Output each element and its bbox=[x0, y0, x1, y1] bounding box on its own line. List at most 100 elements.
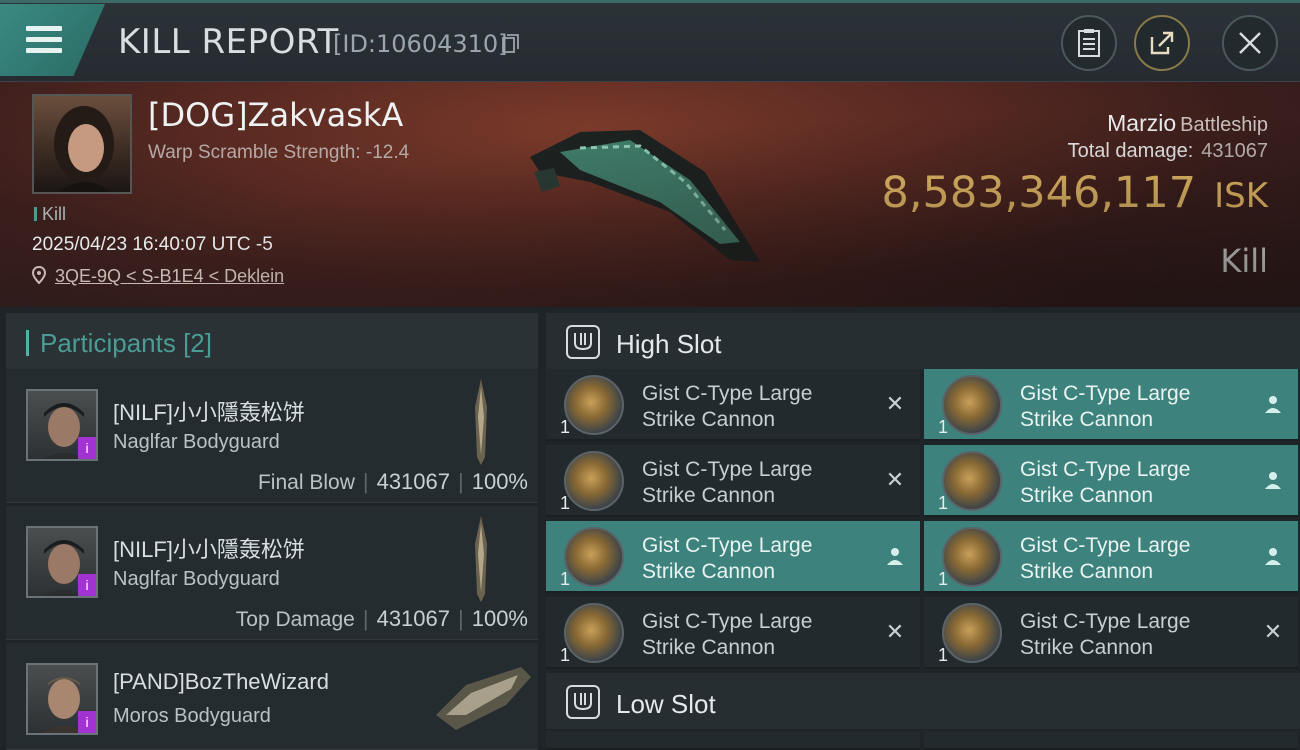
module-name: Gist C-Type Large Strike Cannon bbox=[642, 609, 872, 661]
location-link[interactable]: 3QE-9Q < S-B1E4 < Deklein bbox=[55, 266, 284, 286]
victim-name[interactable]: [DOG]ZakvaskA bbox=[148, 96, 403, 134]
total-damage: Total damage: 431067 bbox=[1068, 140, 1268, 163]
cannon-module-icon bbox=[942, 603, 1002, 663]
avatar[interactable]: i bbox=[26, 663, 98, 735]
participant-ship: Naglfar Bodyguard bbox=[113, 431, 280, 453]
cannon-module-icon bbox=[564, 451, 624, 511]
info-badge-icon: i bbox=[78, 437, 96, 459]
module-slot[interactable]: 1 Gist C-Type Large Strike Cannon ✕ bbox=[924, 597, 1298, 669]
module-slot[interactable]: 1 Gist C-Type Large Strike Cannon ✕ bbox=[546, 597, 920, 669]
module-name-line2: Strike Cannon bbox=[1020, 560, 1154, 583]
module-slot[interactable]: 1 Gist C-Type Large Strike Cannon bbox=[924, 369, 1298, 441]
victim-avatar-image bbox=[54, 106, 114, 192]
module-name-line1: Gist C-Type Large bbox=[642, 534, 813, 557]
destroyed-icon: ✕ bbox=[885, 391, 905, 416]
dropped-person-icon bbox=[887, 548, 903, 565]
menu-icon-bar-3 bbox=[26, 48, 62, 53]
module-name-line1: Gist C-Type Large bbox=[1020, 382, 1191, 405]
avatar[interactable]: i bbox=[26, 389, 98, 461]
high-slot-header: High Slot bbox=[546, 313, 1300, 369]
participant-ship-image bbox=[475, 379, 487, 465]
participant-percent: 100% bbox=[471, 469, 528, 494]
header-bar: KILL REPORT [ID:10604310] bbox=[0, 0, 1300, 82]
location-pin-icon bbox=[31, 265, 47, 285]
participant-ship-image bbox=[436, 667, 531, 730]
module-name-line1: Gist C-Type Large bbox=[1020, 458, 1191, 481]
kill-tag-label: Kill bbox=[42, 204, 67, 224]
participant-damage: 431067 bbox=[376, 606, 450, 631]
module-slot[interactable]: 1 Gist C-Type Large Strike Cannon bbox=[924, 521, 1298, 593]
module-quantity: 1 bbox=[938, 417, 949, 437]
destroyed-icon: ✕ bbox=[885, 467, 905, 492]
cannon-module-icon bbox=[942, 527, 1002, 587]
module-name-line1: Gist C-Type Large bbox=[642, 610, 813, 633]
module-name-line1: Gist C-Type Large bbox=[1020, 610, 1191, 633]
participants-title: Participants [2] bbox=[40, 328, 212, 358]
module-name-line2: Strike Cannon bbox=[1020, 636, 1154, 659]
module-slot[interactable]: 1 Gist C-Type Large Strike Cannon ✕ bbox=[546, 369, 920, 441]
kill-location[interactable]: 3QE-9Q < S-B1E4 < Deklein bbox=[31, 265, 284, 287]
destroyed-icon: ✕ bbox=[1263, 619, 1283, 644]
cannon-module-icon bbox=[942, 451, 1002, 511]
module-slot[interactable]: 1 Gist C-Type Large Strike Cannon ✕ bbox=[546, 445, 920, 517]
participant-card[interactable]: i [NILF]小小隱轰松饼 Naglfar Bodyguard Final B… bbox=[6, 369, 538, 503]
ship-class: Battleship bbox=[1180, 114, 1268, 136]
participant-role: Final Blow bbox=[257, 471, 355, 494]
module-quantity: 1 bbox=[560, 417, 571, 437]
participant-stats: Final Blow | 431067 | 100% bbox=[257, 469, 528, 494]
avatar[interactable]: i bbox=[26, 526, 98, 598]
participants-header: Participants [2] bbox=[6, 313, 538, 369]
participant-card[interactable]: i [PAND]BozTheWizard Moros Bodyguard bbox=[6, 643, 538, 750]
header-accent-line bbox=[0, 0, 1300, 3]
total-damage-label: Total damage: bbox=[1067, 140, 1194, 162]
module-name-line2: Strike Cannon bbox=[642, 408, 776, 431]
victim-portrait[interactable] bbox=[32, 94, 132, 194]
cannon-module-icon bbox=[564, 375, 624, 435]
share-button[interactable] bbox=[1134, 15, 1190, 71]
module-name-line2: Strike Cannon bbox=[1020, 484, 1154, 507]
participants-panel: Participants [2] i [NILF]小小隱轰松饼 Naglfar … bbox=[0, 307, 542, 750]
page-title: KILL REPORT bbox=[118, 22, 339, 62]
module-slot-partial[interactable] bbox=[546, 731, 920, 750]
warp-scramble-strength: Warp Scramble Strength: -12.4 bbox=[148, 142, 410, 163]
close-button[interactable] bbox=[1222, 15, 1278, 71]
participant-card[interactable]: i [NILF]小小隱轰松饼 Naglfar Bodyguard Top Dam… bbox=[6, 506, 538, 640]
cannon-module-icon bbox=[942, 375, 1002, 435]
module-quantity: 1 bbox=[560, 569, 571, 589]
copy-icon[interactable] bbox=[502, 34, 520, 54]
isk-value-line: 8,583,346,117 ISK bbox=[882, 168, 1269, 218]
module-slot-partial[interactable] bbox=[924, 731, 1298, 750]
high-slot-icon bbox=[566, 325, 600, 359]
ship-name: Marzio bbox=[1107, 110, 1177, 136]
module-name-line1: Gist C-Type Large bbox=[642, 458, 813, 481]
dropped-person-icon bbox=[1265, 396, 1281, 413]
destroyed-icon: ✕ bbox=[885, 619, 905, 644]
module-slot[interactable]: 1 Gist C-Type Large Strike Cannon bbox=[924, 445, 1298, 517]
module-quantity: 1 bbox=[560, 645, 571, 665]
isk-unit: ISK bbox=[1214, 176, 1268, 216]
participant-stats: Top Damage | 431067 | 100% bbox=[235, 606, 528, 631]
isk-value: 8,583,346,117 bbox=[881, 168, 1197, 218]
module-name-line1: Gist C-Type Large bbox=[1020, 534, 1191, 557]
menu-button[interactable] bbox=[0, 4, 105, 76]
participant-percent: 100% bbox=[471, 606, 528, 631]
participant-ship: Moros Bodyguard bbox=[113, 705, 271, 727]
fitting-panel: High Slot 1 Gist C-Type Large Strike Cann… bbox=[542, 307, 1300, 750]
participant-role: Top Damage bbox=[235, 608, 355, 631]
module-quantity: 1 bbox=[560, 493, 571, 513]
participant-damage: 431067 bbox=[376, 469, 450, 494]
cannon-module-icon bbox=[564, 527, 624, 587]
low-slot-header: Low Slot bbox=[546, 673, 1300, 729]
module-slot[interactable]: 1 Gist C-Type Large Strike Cannon bbox=[546, 521, 920, 593]
low-slot-title: Low Slot bbox=[616, 689, 716, 719]
dropped-person-icon bbox=[1265, 472, 1281, 489]
participant-name: [PAND]BozTheWizard bbox=[113, 669, 329, 694]
close-icon bbox=[1239, 32, 1261, 54]
menu-icon-bar-2 bbox=[26, 37, 62, 42]
module-name-line2: Strike Cannon bbox=[1020, 408, 1154, 431]
clipboard-button[interactable] bbox=[1061, 15, 1117, 71]
module-name: Gist C-Type Large Strike Cannon bbox=[642, 381, 872, 433]
victim-banner: [DOG]ZakvaskA Warp Scramble Strength: -1… bbox=[0, 82, 1300, 307]
module-quantity: 1 bbox=[938, 493, 949, 513]
kill-tag: Kill bbox=[34, 204, 66, 225]
